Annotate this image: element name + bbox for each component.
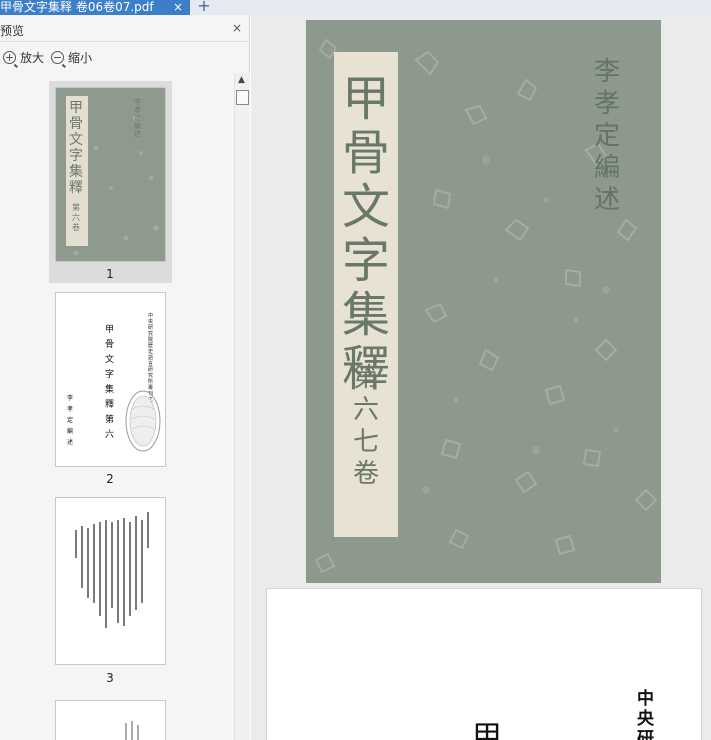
zoom-in-button[interactable]: 放大: [3, 50, 45, 68]
scroll-up-icon[interactable]: ▲: [238, 75, 245, 85]
sidebar-scrollbar[interactable]: ▲: [234, 73, 250, 740]
panel-close-icon[interactable]: ×: [232, 21, 242, 35]
zoom-out-label: 缩小: [68, 51, 93, 65]
panel-header: 预览 ×: [0, 15, 250, 42]
scrollbar-thumb[interactable]: [236, 90, 249, 105]
zoom-in-label: 放大: [20, 51, 45, 65]
cover-title: 甲骨文字集釋: [341, 71, 390, 397]
thumb1-title: 甲骨文字集釋: [69, 100, 83, 196]
zoom-out-icon: [51, 51, 66, 68]
cover-inscription: 李孝定編述: [593, 57, 620, 215]
panel-title: 预览: [0, 24, 25, 38]
page2-title-char: 甲: [472, 720, 502, 740]
thumbnail-page-3[interactable]: [55, 497, 166, 665]
thumb1-volume: 第六卷: [72, 203, 80, 232]
page-number-1: 1: [106, 267, 114, 281]
zoom-in-icon: [3, 51, 18, 68]
tab-document[interactable]: 甲骨文字集释 卷06卷07.pdf ×: [0, 0, 190, 15]
tab-bar: 甲骨文字集释 卷06卷07.pdf × +: [0, 0, 711, 15]
thumbnail-page-1[interactable]: 甲骨文字集釋 第六卷 李孝定編述: [55, 87, 166, 262]
thumb1-inscription: 李孝定編述: [134, 98, 141, 138]
seal-stamp-image: [125, 390, 161, 452]
thumbnail-page-2[interactable]: 甲骨文字集釋第六 李孝定編述 中央研究院歷史語言研究所專刊之五十: [55, 292, 166, 467]
thumbnail-list: 甲骨文字集釋 第六卷 李孝定編述 1 甲骨文字集釋第六 李孝定編述 中央研究院歷…: [0, 73, 233, 740]
text-page-thumb-image: [75, 512, 149, 628]
preview-sidebar: 预览 × 放大 缩小 甲骨文字集釋 第六卷 李孝定編述 1 甲骨文字集釋第六 李…: [0, 15, 250, 740]
thumb2-title: 甲骨文字集釋第六: [105, 325, 115, 440]
cover-volume: 第六七卷: [352, 363, 379, 489]
thumbnail-page-4[interactable]: [55, 700, 166, 740]
page-number-3: 3: [106, 671, 114, 685]
zoom-out-button[interactable]: 缩小: [51, 50, 93, 68]
tab-title: 甲骨文字集释 卷06卷07.pdf: [0, 0, 154, 14]
page2-side-text: 中央研: [637, 689, 654, 740]
text-page-thumb-image: [125, 721, 139, 740]
zoom-toolbar: 放大 缩小: [0, 43, 250, 73]
thumb2-author: 李孝定編述: [67, 395, 74, 446]
tab-close-icon[interactable]: ×: [171, 0, 185, 15]
document-view[interactable]: 甲骨文字集釋 第六七卷 李孝定編述 中央研 甲: [251, 15, 711, 740]
document-page-2: 中央研 甲: [266, 588, 702, 740]
document-page-1: 甲骨文字集釋 第六七卷 李孝定編述: [306, 20, 661, 583]
page-number-2: 2: [106, 472, 114, 486]
new-tab-icon[interactable]: +: [196, 0, 212, 14]
